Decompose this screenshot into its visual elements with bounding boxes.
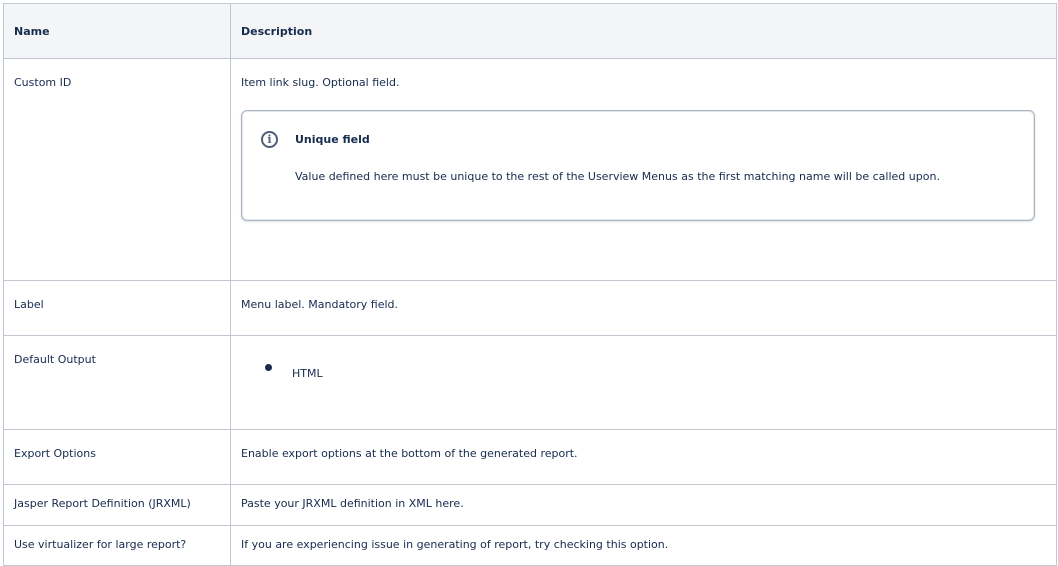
row-description: Enable export options at the bottom of t…	[241, 447, 578, 460]
row-name: Custom ID	[14, 76, 72, 89]
info-panel-title: Unique field	[295, 133, 370, 146]
table-header-row: Name Description	[3, 3, 1057, 59]
row-description-cell: If you are experiencing issue in generat…	[230, 525, 1057, 566]
row-name: Jasper Report Definition (JRXML)	[14, 497, 191, 510]
list-item-text: HTML	[292, 367, 323, 380]
row-name-cell: Custom ID	[3, 58, 231, 281]
row-description: Paste your JRXML definition in XML here.	[241, 497, 464, 510]
table-row: Export Options Enable export options at …	[3, 429, 1057, 485]
row-description-cell: Paste your JRXML definition in XML here.	[230, 484, 1057, 526]
row-name-cell: Export Options	[3, 429, 231, 485]
info-panel-body: Value defined here must be unique to the…	[295, 170, 940, 183]
row-description: Menu label. Mandatory field.	[241, 298, 399, 311]
column-header-description: Description	[230, 3, 1057, 59]
table-row: Custom ID Item link slug. Optional field…	[3, 58, 1057, 281]
info-icon: i	[261, 131, 278, 148]
list-item: HTML	[241, 364, 1046, 381]
table-row: Use virtualizer for large report? If you…	[3, 525, 1057, 566]
row-description-cell: HTML	[230, 335, 1057, 430]
row-name: Default Output	[14, 353, 96, 366]
info-panel: i Unique field Value defined here must b…	[241, 110, 1035, 221]
row-name-cell: Use virtualizer for large report?	[3, 525, 231, 566]
row-name-cell: Label	[3, 280, 231, 336]
row-name-cell: Jasper Report Definition (JRXML)	[3, 484, 231, 526]
row-description-cell: Menu label. Mandatory field.	[230, 280, 1057, 336]
bullet-list: HTML	[241, 364, 1046, 381]
table-row: Label Menu label. Mandatory field.	[3, 280, 1057, 336]
row-description: If you are experiencing issue in generat…	[241, 538, 669, 551]
row-name: Export Options	[14, 447, 96, 460]
row-description-cell: Enable export options at the bottom of t…	[230, 429, 1057, 485]
row-name-cell: Default Output	[3, 335, 231, 430]
table-row: Jasper Report Definition (JRXML) Paste y…	[3, 484, 1057, 526]
properties-table: Name Description Custom ID Item link slu…	[3, 3, 1057, 566]
row-name: Label	[14, 298, 44, 311]
column-header-name: Name	[3, 3, 231, 59]
bullet-dot-icon	[265, 364, 272, 371]
row-description: Item link slug. Optional field.	[241, 76, 400, 89]
table-row: Default Output HTML	[3, 335, 1057, 430]
row-name: Use virtualizer for large report?	[14, 538, 187, 551]
row-description-cell: Item link slug. Optional field. i Unique…	[230, 58, 1057, 281]
